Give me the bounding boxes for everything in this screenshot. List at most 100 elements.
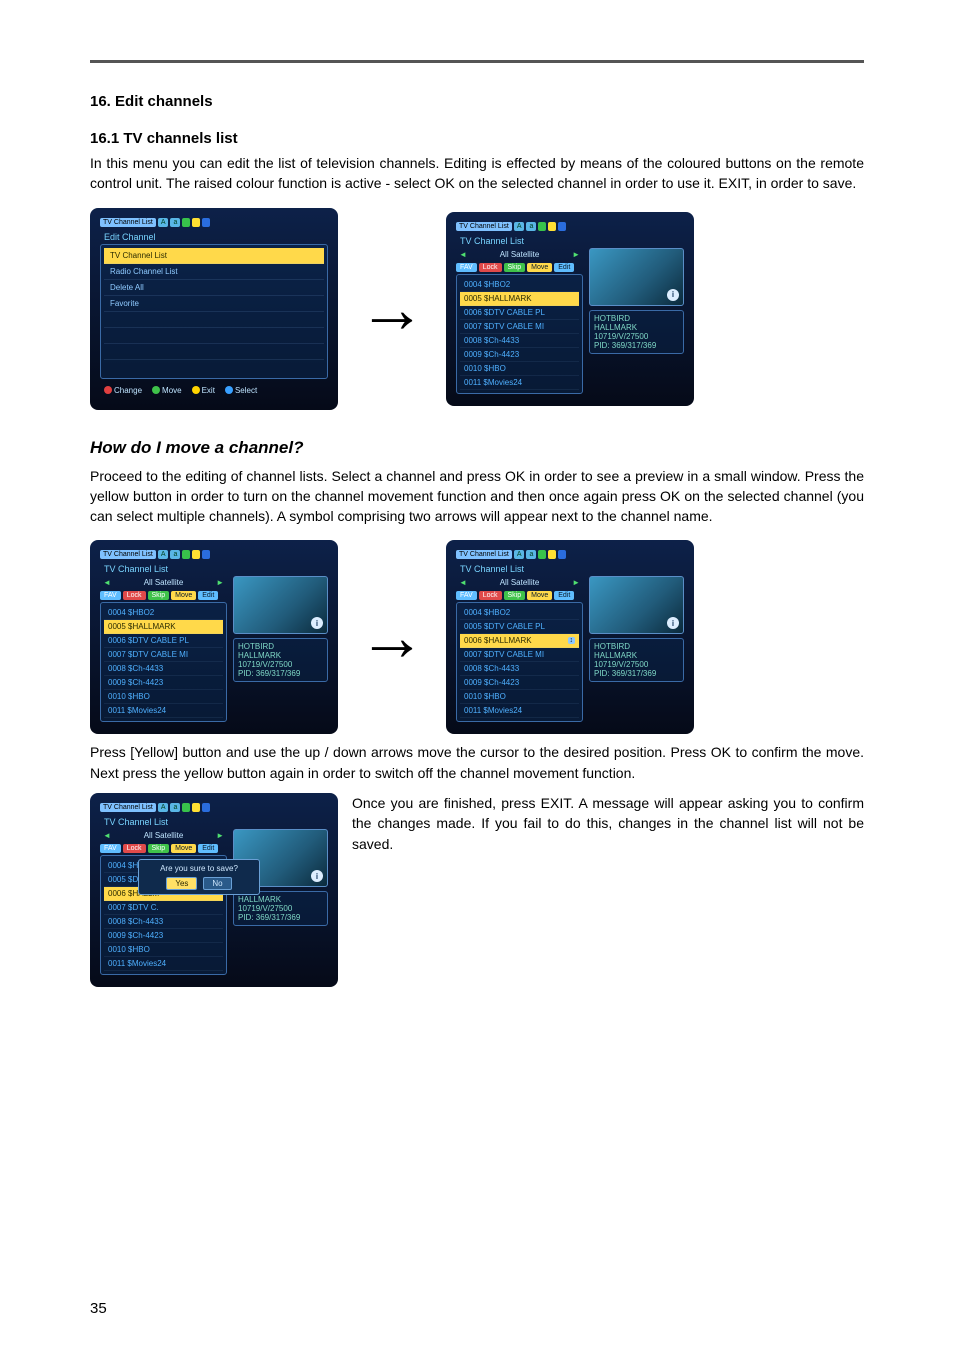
menu-item-empty: [104, 344, 324, 360]
fn-lock[interactable]: Lock: [479, 263, 502, 272]
screenshot-channel-list-select: TV Channel ListAa TV Channel List ◄All S…: [90, 540, 338, 734]
info-icon[interactable]: i: [667, 289, 679, 301]
footer-hints: Change Move Exit Select: [100, 383, 328, 398]
channel-row[interactable]: 0008 $Ch-4433: [460, 662, 579, 676]
channel-row[interactable]: 0011 $Movies24: [460, 704, 579, 718]
fn-lock[interactable]: Lock: [123, 591, 146, 600]
channel-row[interactable]: 0010 $HBO: [460, 690, 579, 704]
satellite-selector[interactable]: ◄All Satellite►: [456, 576, 583, 589]
move-paragraph-2: Press [Yellow] button and use the up / d…: [90, 742, 864, 783]
fn-skip[interactable]: Skip: [504, 591, 526, 600]
channel-row[interactable]: 0006 $DTV CABLE PL: [104, 634, 223, 648]
figure-row-3: TV Channel ListAa TV Channel List ◄All S…: [90, 793, 864, 987]
channel-row[interactable]: 0009 $Ch-4423: [104, 676, 223, 690]
fn-move[interactable]: Move: [527, 263, 552, 272]
fn-fav[interactable]: FAV: [456, 591, 477, 600]
satellite-selector[interactable]: ◄ All Satellite ►: [100, 576, 227, 589]
info-icon[interactable]: i: [667, 617, 679, 629]
channel-row[interactable]: 0006 $DTV CABLE PL: [460, 306, 579, 320]
triangle-right-icon: ►: [216, 578, 224, 587]
channel-row[interactable]: 0004 $HBO2: [460, 278, 579, 292]
channel-row[interactable]: 0008 $Ch-4433: [104, 915, 223, 929]
tab-icon: [192, 218, 200, 227]
info-icon[interactable]: i: [311, 617, 323, 629]
question-heading: How do I move a channel?: [90, 438, 864, 458]
satellite-selector[interactable]: ◄ All Satellite ►: [456, 248, 583, 261]
menu-item-delete-all[interactable]: Delete All: [104, 280, 324, 296]
channel-row[interactable]: 0006 $HALLMARK↕: [460, 634, 579, 648]
channel-row[interactable]: 0010 $HBO: [104, 690, 223, 704]
section-heading: 16. Edit channels: [90, 93, 864, 110]
fn-fav[interactable]: FAV: [456, 263, 477, 272]
channel-row[interactable]: 0009 $Ch-4423: [460, 348, 579, 362]
channel-row[interactable]: 0009 $Ch-4423: [460, 676, 579, 690]
fn-lock[interactable]: Lock: [123, 844, 146, 853]
save-paragraph: Once you are finished, press EXIT. A mes…: [352, 793, 864, 854]
fn-edit[interactable]: Edit: [554, 591, 574, 600]
channel-row[interactable]: 0005 $HALLMARK: [460, 292, 579, 306]
dialog-yes-button[interactable]: Yes: [166, 877, 197, 890]
triangle-left-icon: ◄: [459, 578, 467, 587]
fn-skip[interactable]: Skip: [148, 844, 170, 853]
tab-tv-channel-list: TV Channel List: [100, 218, 156, 227]
channel-row[interactable]: 0011 $Movies24: [460, 376, 579, 390]
tab-icon: [548, 222, 556, 231]
info-pid: PID: 369/317/369: [238, 913, 323, 922]
satellite-label: All Satellite: [144, 578, 184, 587]
channel-row[interactable]: 0010 $HBO: [104, 943, 223, 957]
move-paragraph-1: Proceed to the editing of channel lists.…: [90, 466, 864, 527]
info-provider: HALLMARK: [594, 651, 679, 660]
channel-info-box: HALLMARK 10719/V/27500 PID: 369/317/369: [233, 891, 328, 926]
channel-row[interactable]: 0008 $Ch-4433: [460, 334, 579, 348]
channel-row[interactable]: 0007 $DTV CABLE MI: [460, 320, 579, 334]
hint-move: Move: [152, 386, 182, 395]
channel-row[interactable]: 0011 $Movies24: [104, 704, 223, 718]
subsection-title: TV channels list: [123, 130, 237, 147]
triangle-left-icon: ◄: [103, 578, 111, 587]
info-transponder: 10719/V/27500: [238, 660, 323, 669]
fn-fav[interactable]: FAV: [100, 844, 121, 853]
tab-icon: [202, 803, 210, 812]
channel-row[interactable]: 0009 $Ch-4423: [104, 929, 223, 943]
fn-move[interactable]: Move: [171, 591, 196, 600]
info-icon[interactable]: i: [311, 870, 323, 882]
yellow-dot-icon: [192, 386, 200, 394]
fn-move[interactable]: Move: [527, 591, 552, 600]
fn-move[interactable]: Move: [171, 844, 196, 853]
tab-tv-channel-list: TV Channel List: [456, 550, 512, 559]
channel-row[interactable]: 0007 $DTV C.: [104, 901, 223, 915]
satellite-selector[interactable]: ◄All Satellite►: [100, 829, 227, 842]
fn-edit[interactable]: Edit: [554, 263, 574, 272]
info-pid: PID: 369/317/369: [238, 669, 323, 678]
fn-edit[interactable]: Edit: [198, 591, 218, 600]
dialog-no-button[interactable]: No: [203, 877, 231, 890]
info-provider: HALLMARK: [238, 895, 323, 904]
fn-skip[interactable]: Skip: [148, 591, 170, 600]
channel-row[interactable]: 0007 $DTV CABLE MI: [104, 648, 223, 662]
menu-pane: TV Channel List Radio Channel List Delet…: [100, 244, 328, 379]
channel-row[interactable]: 0004 $HBO2: [460, 606, 579, 620]
tab-tv-channel-list: TV Channel List: [456, 222, 512, 231]
fn-lock[interactable]: Lock: [479, 591, 502, 600]
fn-edit[interactable]: Edit: [198, 844, 218, 853]
channel-row[interactable]: 0010 $HBO: [460, 362, 579, 376]
info-transponder: 10719/V/27500: [594, 660, 679, 669]
fn-skip[interactable]: Skip: [504, 263, 526, 272]
menu-item-tv-channel-list[interactable]: TV Channel List: [104, 248, 324, 264]
menu-item-radio-channel-list[interactable]: Radio Channel List: [104, 264, 324, 280]
dialog-message: Are you sure to save?: [143, 864, 255, 873]
tab-icon: A: [514, 222, 525, 231]
channel-row[interactable]: 0004 $HBO2: [104, 606, 223, 620]
fn-fav[interactable]: FAV: [100, 591, 121, 600]
move-indicator-icon: ↕: [568, 637, 576, 644]
menu-item-favorite[interactable]: Favorite: [104, 296, 324, 312]
window-tab-row: TV Channel List A a: [100, 218, 328, 227]
info-transponder: 10719/V/27500: [594, 332, 679, 341]
channel-row[interactable]: 0008 $Ch-4433: [104, 662, 223, 676]
screenshot-channel-list: TV Channel List A a TV Channel List ◄ Al…: [446, 212, 694, 406]
channel-row[interactable]: 0011 $Movies24: [104, 957, 223, 971]
triangle-right-icon: ►: [572, 250, 580, 259]
channel-row[interactable]: 0005 $DTV CABLE PL: [460, 620, 579, 634]
channel-row[interactable]: 0007 $DTV CABLE MI: [460, 648, 579, 662]
channel-row[interactable]: 0005 $HALLMARK: [104, 620, 223, 634]
